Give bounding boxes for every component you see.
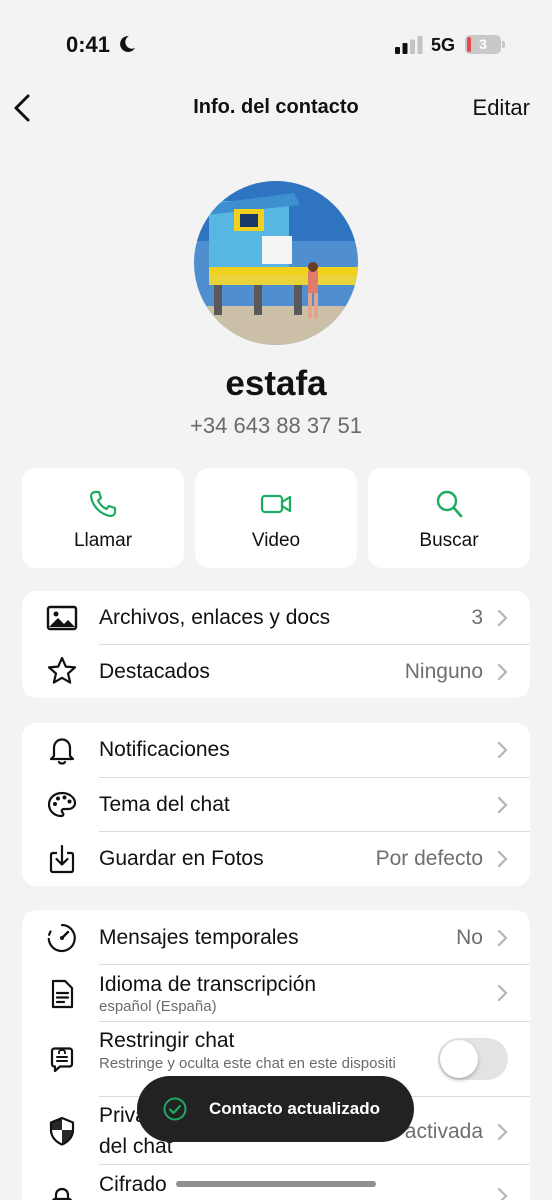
save-photos-value: Por defecto xyxy=(375,847,483,870)
network-type: 5G xyxy=(431,35,456,55)
disappearing-label: Mensajes temporales xyxy=(99,926,299,949)
signal-bars-icon xyxy=(395,36,423,54)
starred-row[interactable]: Destacados Ninguno xyxy=(22,645,530,698)
bell-icon xyxy=(49,738,75,765)
files-label: Archivos, enlaces y docs xyxy=(99,606,331,629)
star-icon xyxy=(47,656,77,684)
theme-row[interactable]: Tema del chat xyxy=(22,778,530,832)
call-button[interactable]: Llamar xyxy=(22,468,184,568)
video-icon xyxy=(260,494,292,514)
contact-name: estafa xyxy=(225,364,327,403)
chevron-right-icon xyxy=(497,663,508,681)
chevron-right-icon xyxy=(497,741,508,759)
shield-icon xyxy=(49,1116,75,1146)
lifeguard-tower-photo xyxy=(194,181,358,345)
settings-card: Notificaciones Tema del chat Guardar en … xyxy=(22,723,530,886)
chevron-right-icon xyxy=(497,984,508,1002)
chevron-right-icon xyxy=(497,1123,508,1141)
document-icon xyxy=(51,979,74,1009)
chevron-right-icon xyxy=(497,850,508,868)
lock-icon xyxy=(52,1187,72,1200)
battery-icon: 3 xyxy=(465,35,505,55)
contact-info-screen: 0:41 5G 3 Info. del contacto Editar esta… xyxy=(0,0,552,1200)
home-indicator[interactable] xyxy=(176,1181,376,1187)
chevron-right-icon xyxy=(497,609,508,627)
nav-bar: Info. del contacto Editar xyxy=(0,84,552,132)
video-label: Video xyxy=(251,530,301,551)
toast-text: Contacto actualizado xyxy=(209,1099,380,1118)
notifications-row[interactable]: Notificaciones xyxy=(22,723,530,777)
status-bar: 0:41 5G 3 xyxy=(0,0,552,80)
restrict-label: Restringir chat xyxy=(99,1029,235,1052)
privacy-card: Mensajes temporales No Idioma de transcr… xyxy=(22,910,530,1200)
notifications-label: Notificaciones xyxy=(99,738,230,761)
timer-icon xyxy=(47,923,76,953)
status-time: 0:41 xyxy=(66,32,111,57)
theme-label: Tema del chat xyxy=(99,793,230,816)
restrict-sub: Restringe y oculta este chat en este dis… xyxy=(99,1055,396,1072)
page-title: Info. del contacto xyxy=(193,96,359,118)
files-row[interactable]: Archivos, enlaces y docs 3 xyxy=(22,591,530,645)
moon-icon xyxy=(120,35,135,52)
search-icon xyxy=(436,490,463,518)
phone-icon xyxy=(89,490,117,518)
transcription-label: Idioma de transcripción xyxy=(99,973,317,996)
chat-lock-icon xyxy=(50,1047,74,1073)
search-label: Buscar xyxy=(419,530,479,551)
image-icon xyxy=(46,605,78,631)
toggle-knob xyxy=(440,1040,478,1078)
download-icon xyxy=(49,844,75,874)
call-label: Llamar xyxy=(73,530,133,551)
starred-label: Destacados xyxy=(99,660,210,683)
save-photos-label: Guardar en Fotos xyxy=(99,847,264,870)
disappearing-messages-row[interactable]: Mensajes temporales No xyxy=(22,910,530,965)
chevron-right-icon xyxy=(497,796,508,814)
disappearing-value: No xyxy=(456,926,483,949)
files-count: 3 xyxy=(471,606,483,629)
search-button[interactable]: Buscar xyxy=(368,468,530,568)
chevron-right-icon xyxy=(497,1187,508,1200)
edit-button[interactable]: Editar xyxy=(473,95,530,121)
chevron-right-icon xyxy=(497,929,508,947)
encryption-label: Cifrado xyxy=(99,1173,167,1196)
video-button[interactable]: Video xyxy=(195,468,357,568)
transcription-row[interactable]: Idioma de transcripción español (España) xyxy=(22,965,530,1021)
contact-phone: +34 643 88 37 51 xyxy=(190,413,362,438)
avatar[interactable] xyxy=(194,181,358,345)
starred-value: Ninguno xyxy=(404,660,483,683)
battery-level: 3 xyxy=(479,36,487,52)
media-card: Archivos, enlaces y docs 3 Destacados Ni… xyxy=(22,591,530,698)
toast: Contacto actualizado xyxy=(137,1076,414,1142)
save-photos-row[interactable]: Guardar en Fotos Por defecto xyxy=(22,832,530,886)
palette-icon xyxy=(47,791,77,818)
restrict-chat-toggle[interactable] xyxy=(438,1038,508,1080)
advanced-privacy-value: activada xyxy=(404,1120,483,1143)
transcription-sub: español (España) xyxy=(99,998,217,1015)
check-circle-icon xyxy=(163,1097,187,1121)
